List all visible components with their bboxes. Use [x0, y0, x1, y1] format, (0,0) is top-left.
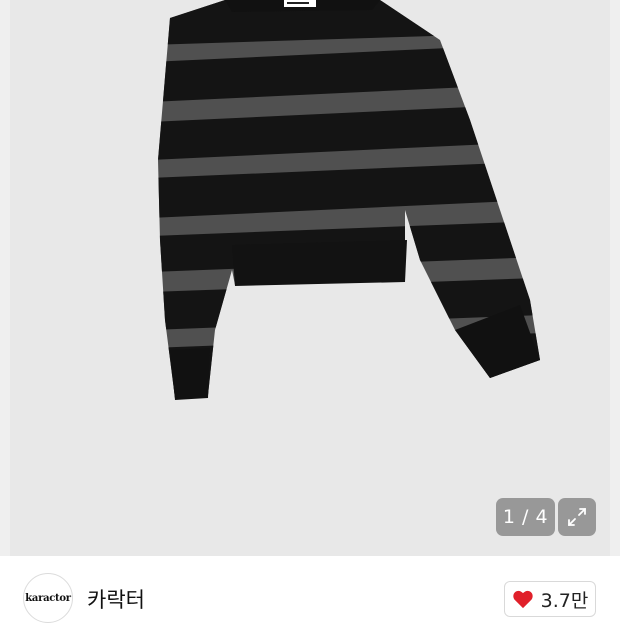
product-photo[interactable] — [0, 0, 620, 556]
product-image-gallery[interactable]: 1 / 4 — [0, 0, 620, 556]
heart-icon — [512, 590, 533, 609]
expand-arrows-icon — [568, 508, 586, 526]
image-counter: 1 / 4 — [496, 498, 555, 536]
like-button[interactable]: 3.7만 — [504, 581, 596, 617]
shop-name[interactable]: 카락터 — [87, 584, 145, 614]
like-count: 3.7만 — [540, 589, 589, 612]
expand-button[interactable] — [558, 498, 596, 536]
shop-logo-text: karactor — [25, 592, 71, 604]
shop-logo[interactable]: karactor — [23, 573, 73, 623]
